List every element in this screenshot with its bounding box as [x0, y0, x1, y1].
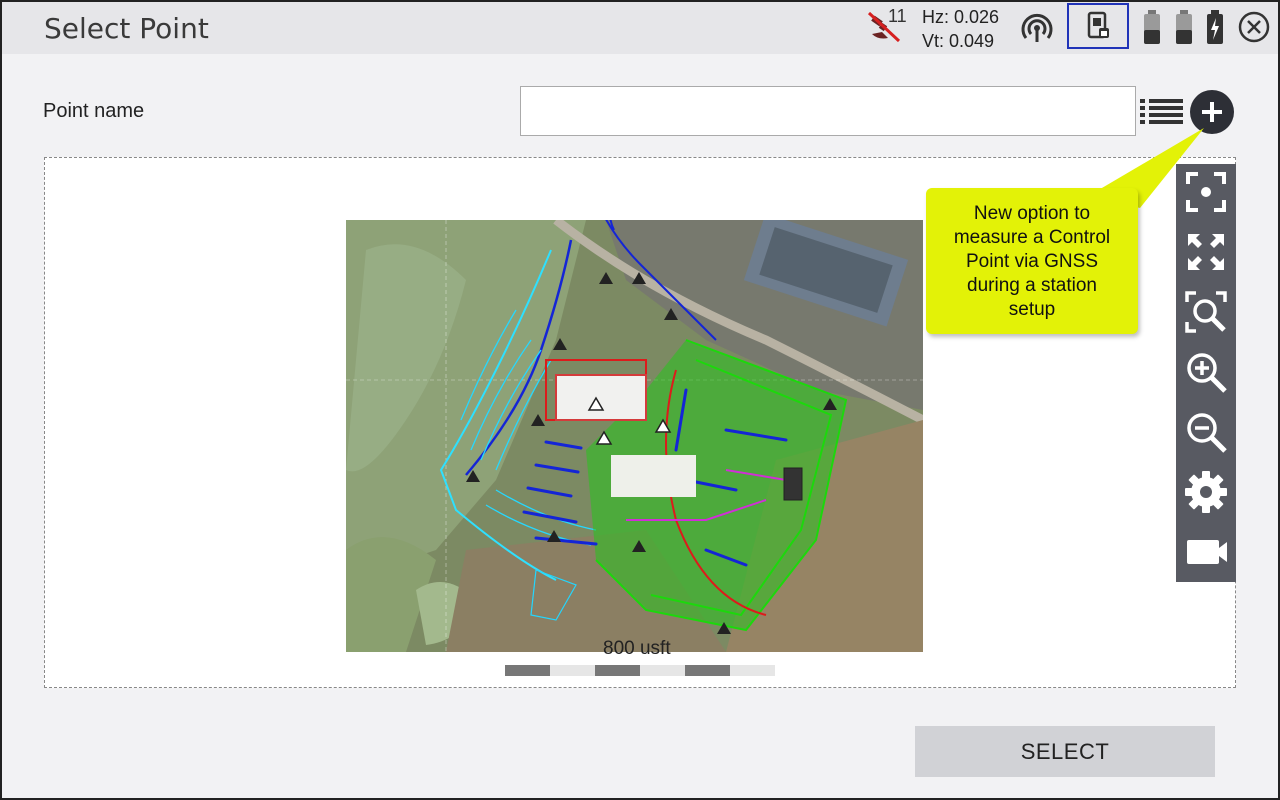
- callout-line-2: measure a Control: [953, 227, 1111, 248]
- point-name-label: Point name: [43, 100, 145, 122]
- callout-line-1: New option to: [973, 203, 1091, 224]
- battery-1-icon: [1144, 10, 1160, 44]
- callout-line-4: during a station: [967, 275, 1097, 296]
- point-name-input[interactable]: [520, 86, 1136, 136]
- precision-readout: Hz: 0.026 Vt: 0.049: [922, 5, 999, 53]
- annotation-callout: New option to measure a Control Point vi…: [926, 188, 1138, 334]
- map-scale-bar: [505, 665, 775, 676]
- callout-line-5: setup: [1008, 299, 1056, 320]
- zoom-out-icon[interactable]: [1182, 408, 1230, 456]
- page-title: Select Point: [44, 12, 209, 45]
- zoom-window-icon[interactable]: [1182, 288, 1230, 336]
- satellite-count: 11: [888, 6, 907, 26]
- map-toolbar: [1176, 164, 1236, 582]
- site-map-image[interactable]: [346, 220, 923, 652]
- callout-text: New option to measure a Control Point vi…: [926, 202, 1138, 322]
- battery-charging-icon: [1207, 10, 1223, 44]
- zoom-to-extents-icon[interactable]: [1182, 168, 1230, 216]
- camera-icon[interactable]: [1182, 528, 1230, 576]
- radio-signal-icon[interactable]: [1018, 10, 1056, 44]
- fit-icon[interactable]: [1182, 228, 1230, 276]
- callout-line-3: Point via GNSS: [966, 251, 1098, 272]
- hz-precision: Hz: 0.026: [922, 7, 1000, 27]
- vt-precision: Vt: 0.049: [922, 31, 995, 51]
- map-scale-label: 800 usft: [603, 638, 671, 659]
- close-icon[interactable]: [1238, 11, 1270, 43]
- instrument-icon: [1087, 11, 1109, 39]
- settings-icon[interactable]: [1182, 468, 1230, 516]
- battery-2-icon: [1176, 10, 1192, 44]
- zoom-in-icon[interactable]: [1182, 348, 1230, 396]
- select-button[interactable]: SELECT: [915, 726, 1215, 777]
- instrument-status-button[interactable]: [1067, 3, 1129, 49]
